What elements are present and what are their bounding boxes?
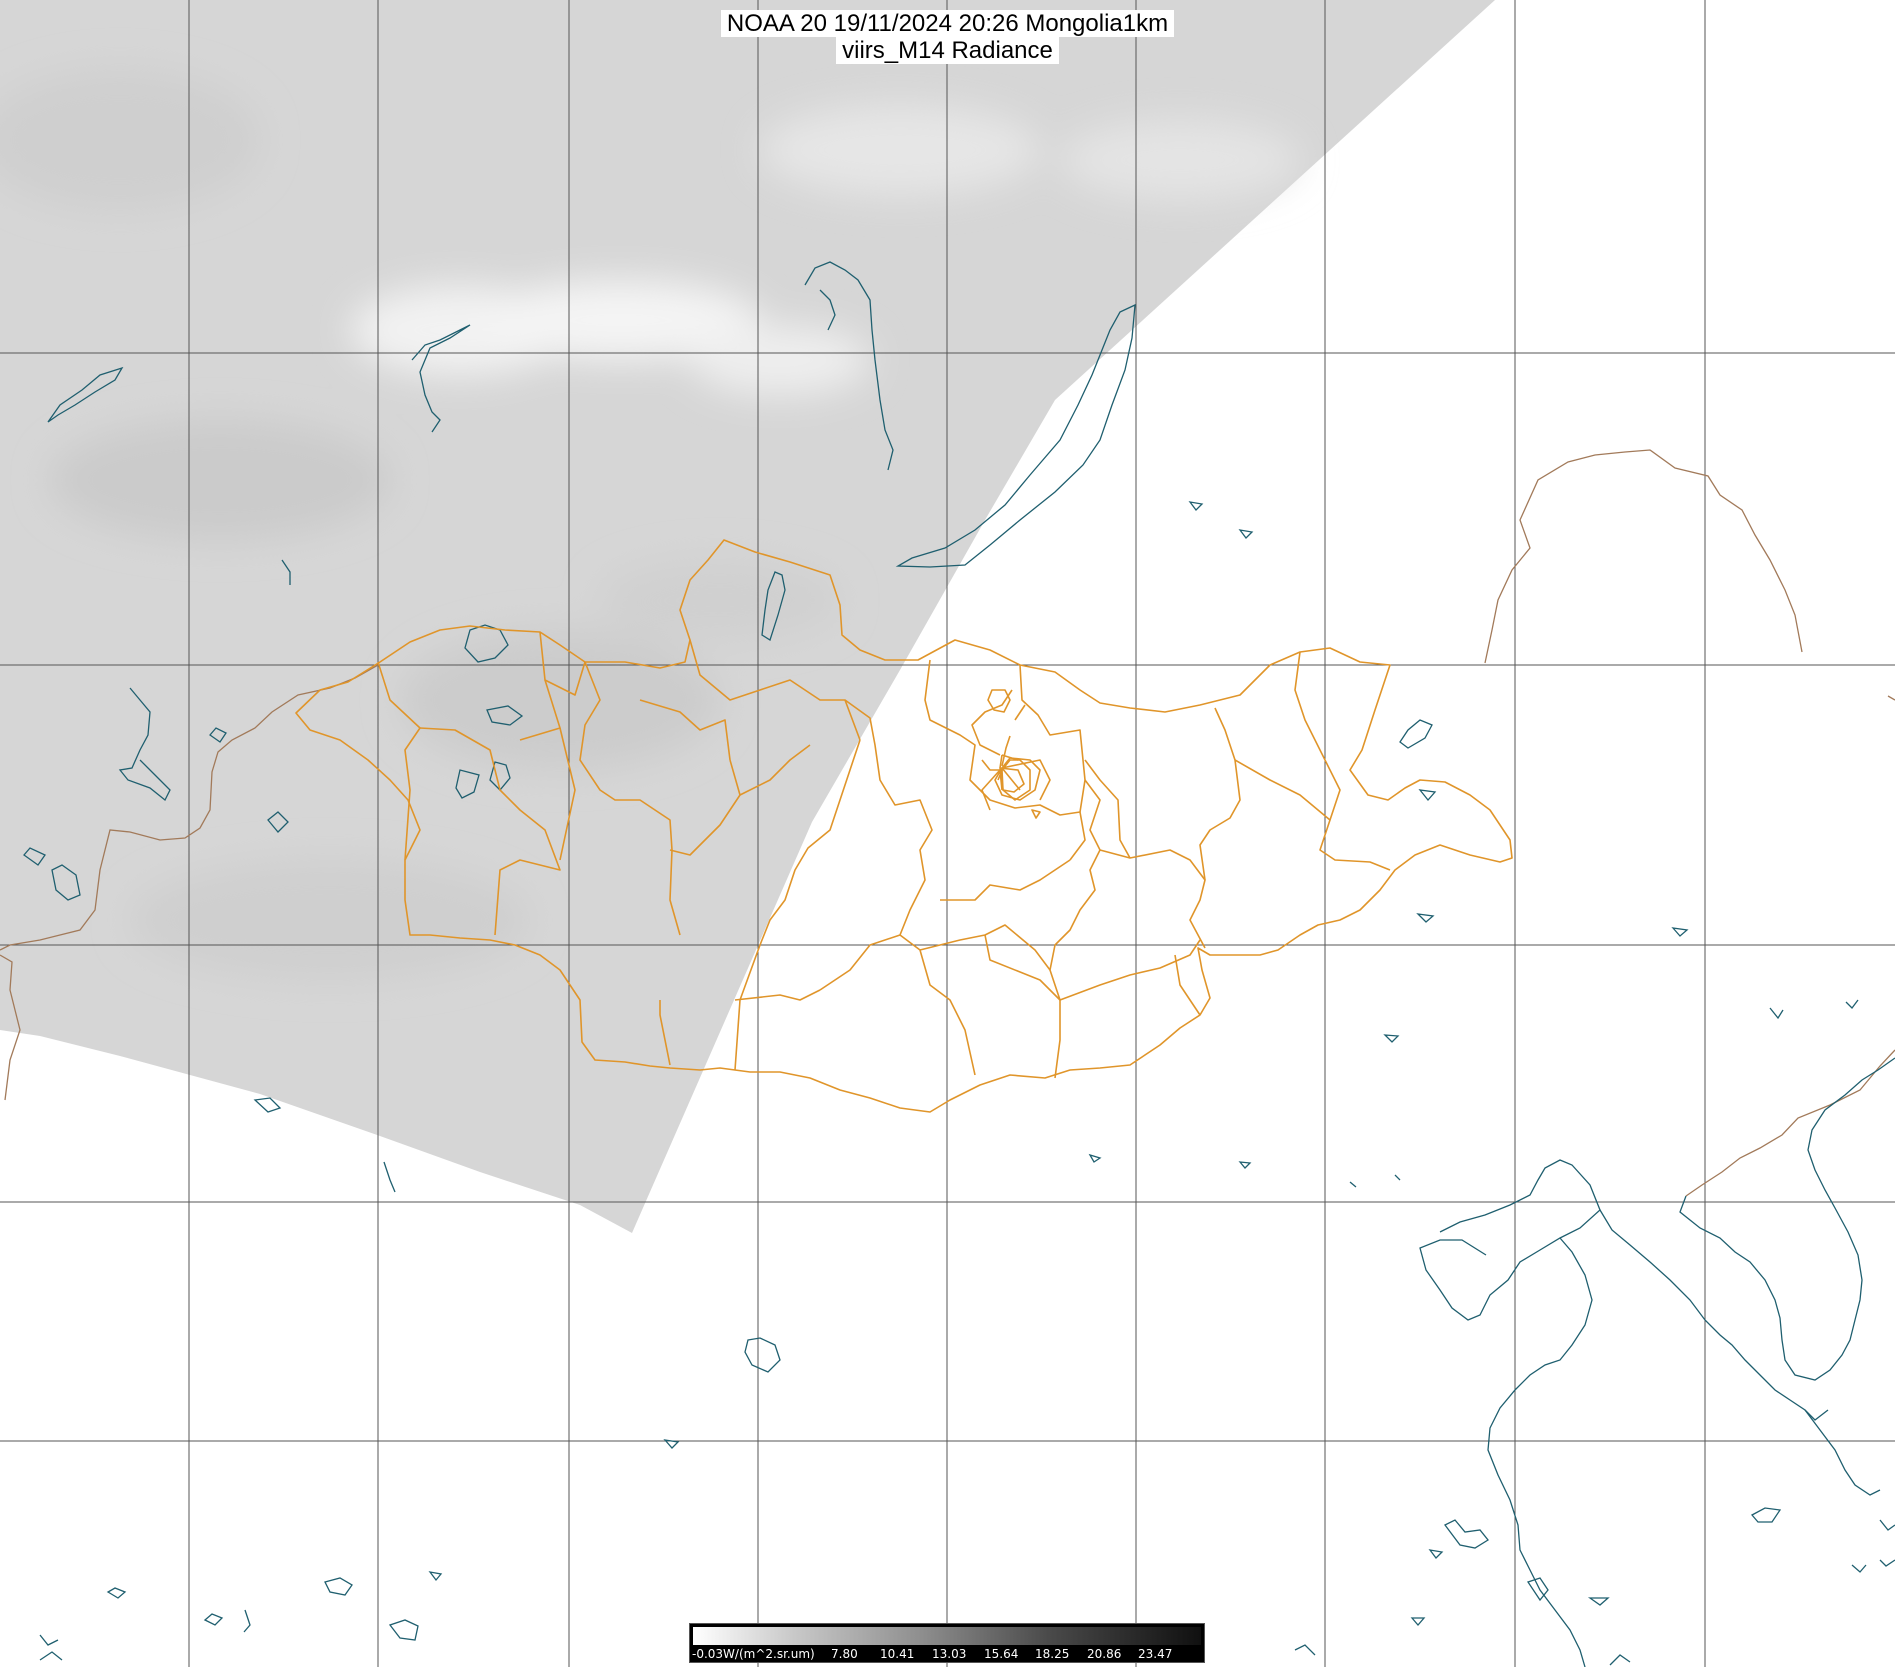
colorbar-tick: 20.86 <box>1087 1647 1122 1661</box>
satellite-swath <box>0 0 1495 1233</box>
china-korea-coastline <box>1419 1159 1601 1321</box>
korea-peninsula <box>1679 1057 1895 1381</box>
satellite-map <box>0 0 1895 1667</box>
colorbar-tick: 23.47 <box>1138 1647 1173 1661</box>
colorbar-unit-label: -0.03W/(m^2.sr.um) <box>692 1647 815 1661</box>
colorbar-tick: 13.03 <box>932 1647 967 1661</box>
colorbar-tick: 15.64 <box>984 1647 1019 1661</box>
colorbar-legend: -0.03W/(m^2.sr.um) 7.80 10.41 13.03 15.6… <box>689 1623 1205 1663</box>
colorbar-tick: 18.25 <box>1035 1647 1070 1661</box>
hulun-lake <box>1399 719 1433 749</box>
colorbar-labels: -0.03W/(m^2.sr.um) 7.80 10.41 13.03 15.6… <box>690 1647 1206 1663</box>
colorbar-gradient <box>693 1627 1201 1645</box>
colorbar-tick: 10.41 <box>880 1647 915 1661</box>
colorbar-tick: 7.80 <box>831 1647 858 1661</box>
